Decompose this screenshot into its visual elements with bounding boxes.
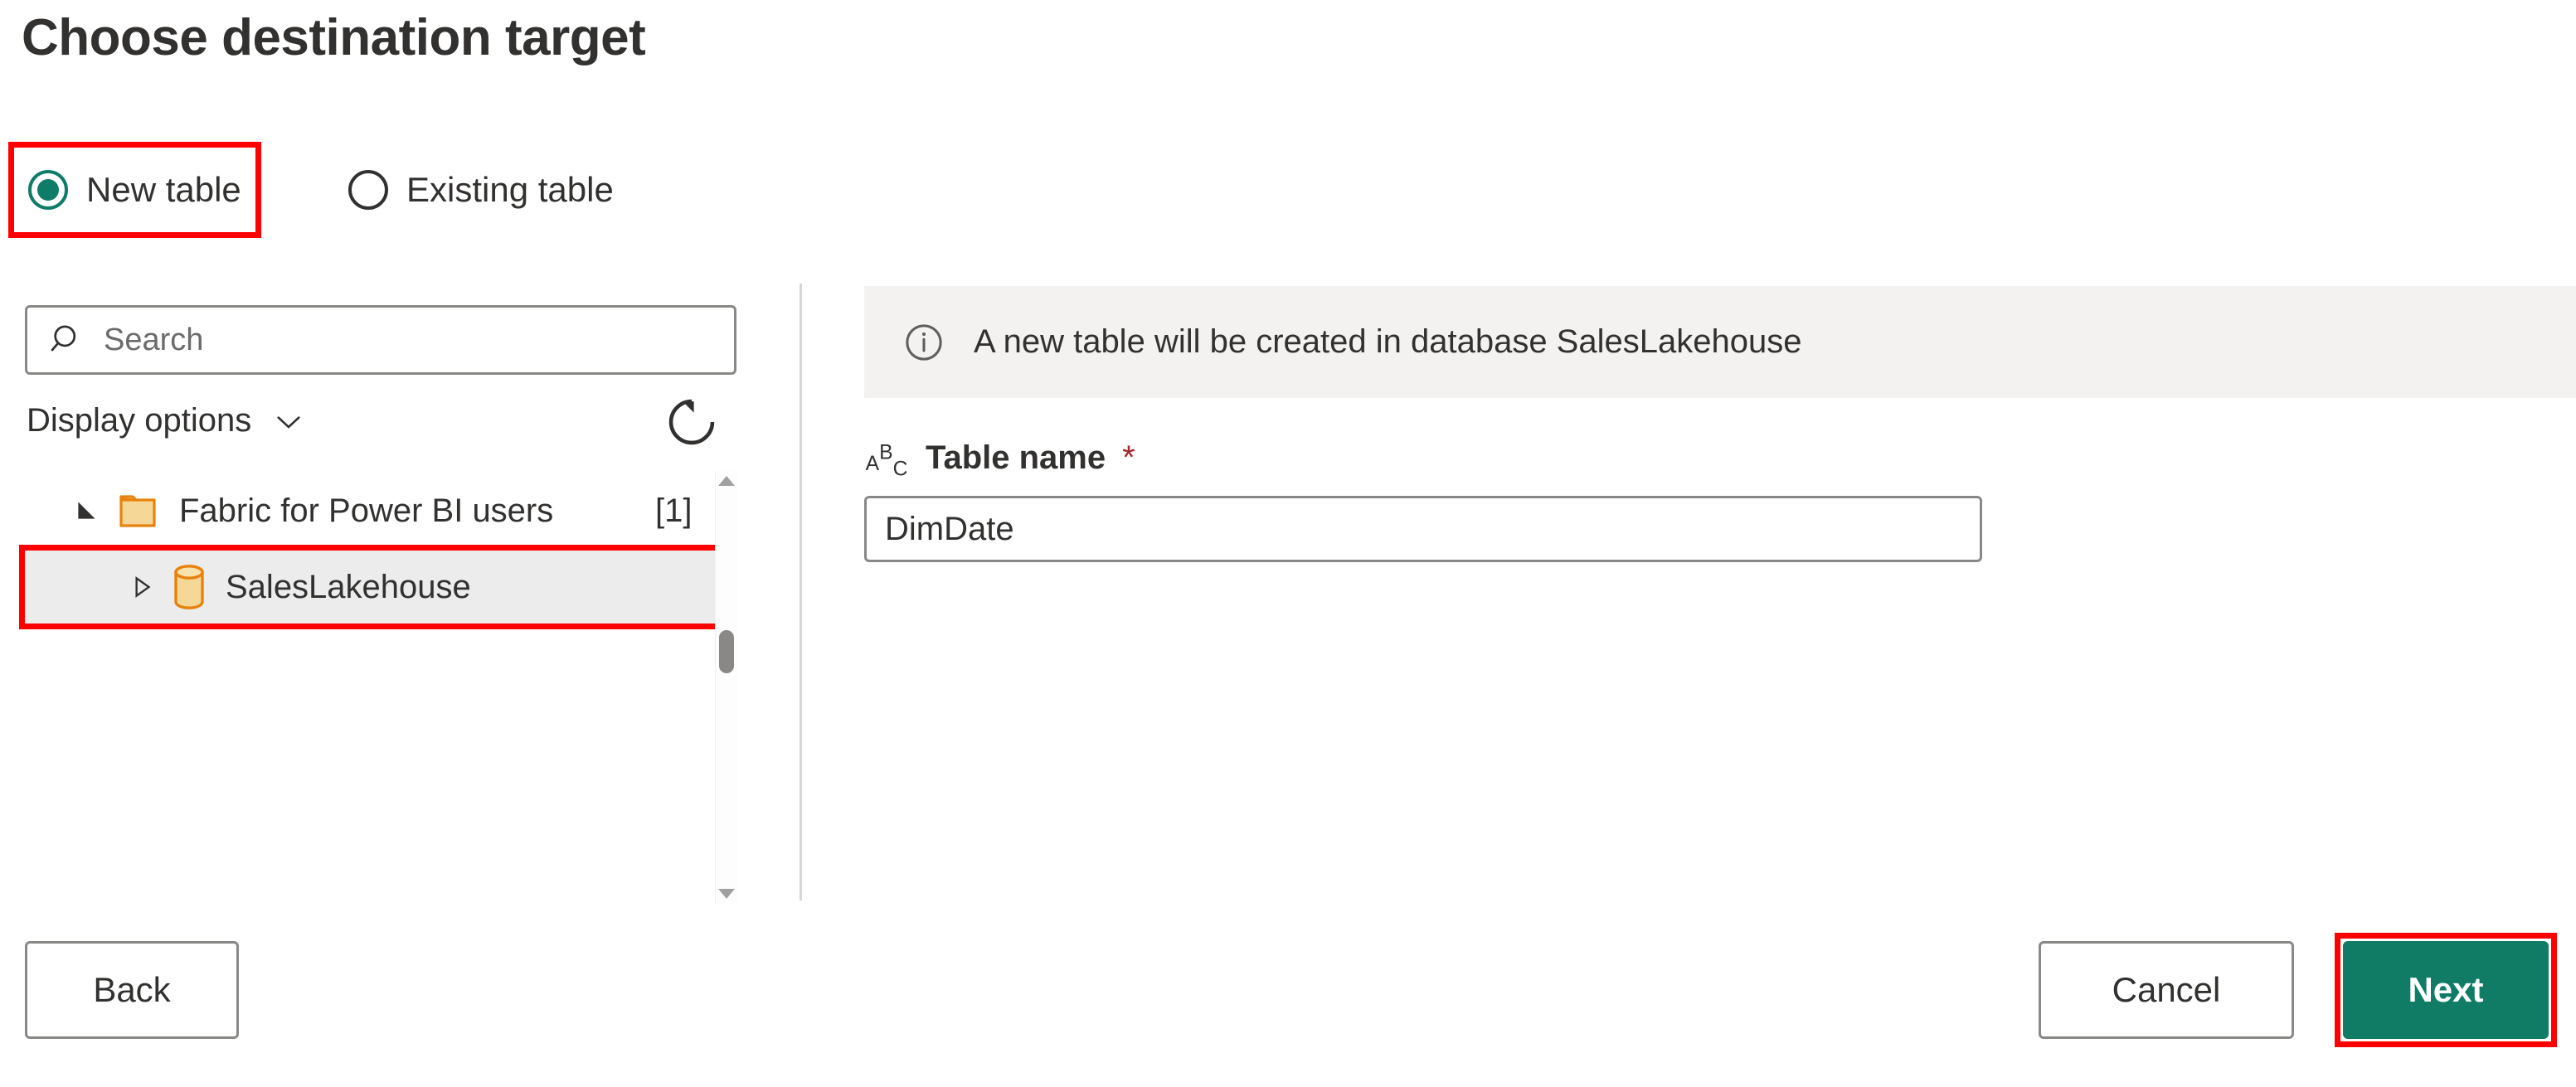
svg-text:B: B <box>879 442 892 464</box>
svg-text:A: A <box>866 453 880 475</box>
info-message-bar: A new table will be created in database … <box>864 286 2576 398</box>
next-button[interactable]: Next <box>2343 941 2549 1039</box>
tree-count-workspace: [1] <box>655 492 693 529</box>
tree-row-saleslakehouse[interactable]: SalesLakehouse <box>19 545 722 629</box>
svg-text:C: C <box>893 458 908 480</box>
expander-expanded-icon[interactable] <box>73 497 101 525</box>
search-box[interactable] <box>25 305 736 375</box>
display-options-dropdown[interactable]: Display options <box>27 402 306 439</box>
radio-label-new-table: New table <box>86 170 241 209</box>
cancel-button[interactable]: Cancel <box>2039 941 2294 1039</box>
destination-browser-panel: Display options Fabric for Power BI user… <box>0 274 800 904</box>
scrollbar-thumb[interactable] <box>719 630 734 673</box>
table-name-label-row: A B C Table name * <box>864 434 1982 481</box>
info-icon <box>906 323 942 361</box>
abc-text-type-icon: A B C <box>866 442 908 481</box>
radio-option-existing-table[interactable]: Existing table <box>332 145 630 235</box>
search-icon <box>51 325 76 352</box>
radio-unselected-icon <box>348 170 388 210</box>
destination-tree: Fabric for Power BI users [1] SalesLakeh… <box>0 473 738 904</box>
scroll-up-icon[interactable] <box>718 476 735 486</box>
radio-option-new-table[interactable]: New table <box>8 142 261 238</box>
radio-selected-icon <box>28 170 68 210</box>
page-title: Choose destination target <box>22 9 646 66</box>
table-name-field-group: A B C Table name * <box>864 434 1982 562</box>
radio-label-existing-table: Existing table <box>406 170 614 209</box>
chevron-down-icon <box>277 415 300 429</box>
panel-divider <box>800 284 802 900</box>
back-button[interactable]: Back <box>25 941 239 1039</box>
scroll-down-icon[interactable] <box>718 889 735 899</box>
table-name-label: Table name <box>926 439 1106 476</box>
display-options-label: Display options <box>27 402 252 439</box>
database-icon <box>174 565 204 609</box>
tree-label-workspace: Fabric for Power BI users <box>179 492 554 529</box>
tree-label-saleslakehouse: SalesLakehouse <box>226 568 471 605</box>
search-input[interactable] <box>104 322 668 358</box>
required-field-marker: * <box>1122 439 1135 476</box>
table-name-input[interactable] <box>864 496 1982 562</box>
expander-collapsed-icon[interactable] <box>129 573 154 601</box>
tree-row-workspace[interactable]: Fabric for Power BI users [1] <box>0 473 738 549</box>
refresh-button[interactable] <box>659 390 724 454</box>
info-message-text: A new table will be created in database … <box>974 323 1802 360</box>
folder-icon <box>119 495 156 527</box>
refresh-icon <box>668 399 715 445</box>
tree-scrollbar[interactable] <box>715 471 737 904</box>
